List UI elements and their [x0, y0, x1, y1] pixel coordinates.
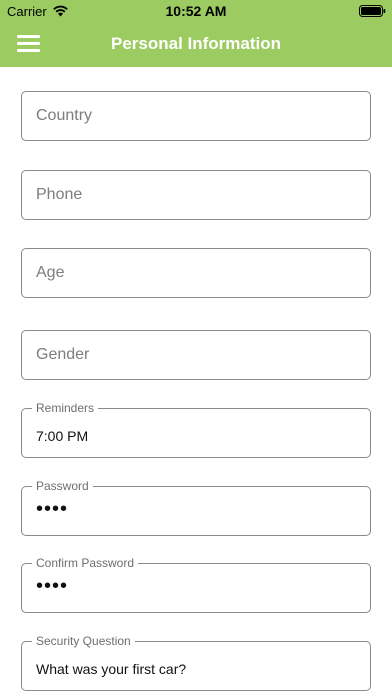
- password-value: ••••: [36, 498, 69, 520]
- reminders-value: 7:00 PM: [36, 428, 89, 444]
- reminders-label: Reminders: [32, 401, 99, 415]
- status-time: 10:52 AM: [165, 3, 227, 19]
- reminders-field[interactable]: Reminders 7:00 PM: [21, 401, 371, 458]
- age-placeholder: Age: [36, 264, 65, 281]
- page-title: Personal Information: [110, 34, 282, 53]
- gender-placeholder: Gender: [36, 346, 90, 363]
- password-field[interactable]: Password ••••: [21, 479, 371, 536]
- country-placeholder: Country: [36, 107, 93, 124]
- gender-field[interactable]: Gender: [21, 330, 371, 380]
- status-bar: Carrier 10:52 AM: [0, 0, 392, 22]
- navigation-bar: Personal Information: [0, 22, 392, 67]
- age-field[interactable]: Age: [21, 248, 371, 298]
- form-content: Country Phone Age Gender Reminders 7:00 …: [0, 67, 392, 696]
- phone-field[interactable]: Phone: [21, 170, 371, 220]
- phone-placeholder: Phone: [36, 186, 83, 203]
- battery-icon: [359, 5, 386, 17]
- security-question-value: What was your first car?: [36, 661, 187, 677]
- confirm-password-value: ••••: [36, 575, 69, 597]
- security-question-label: Security Question: [32, 634, 135, 648]
- confirm-password-field[interactable]: Confirm Password ••••: [21, 556, 371, 613]
- security-question-field[interactable]: Security Question What was your first ca…: [21, 634, 371, 691]
- password-label: Password: [32, 479, 93, 493]
- confirm-password-label: Confirm Password: [32, 556, 139, 570]
- country-field[interactable]: Country: [21, 91, 371, 141]
